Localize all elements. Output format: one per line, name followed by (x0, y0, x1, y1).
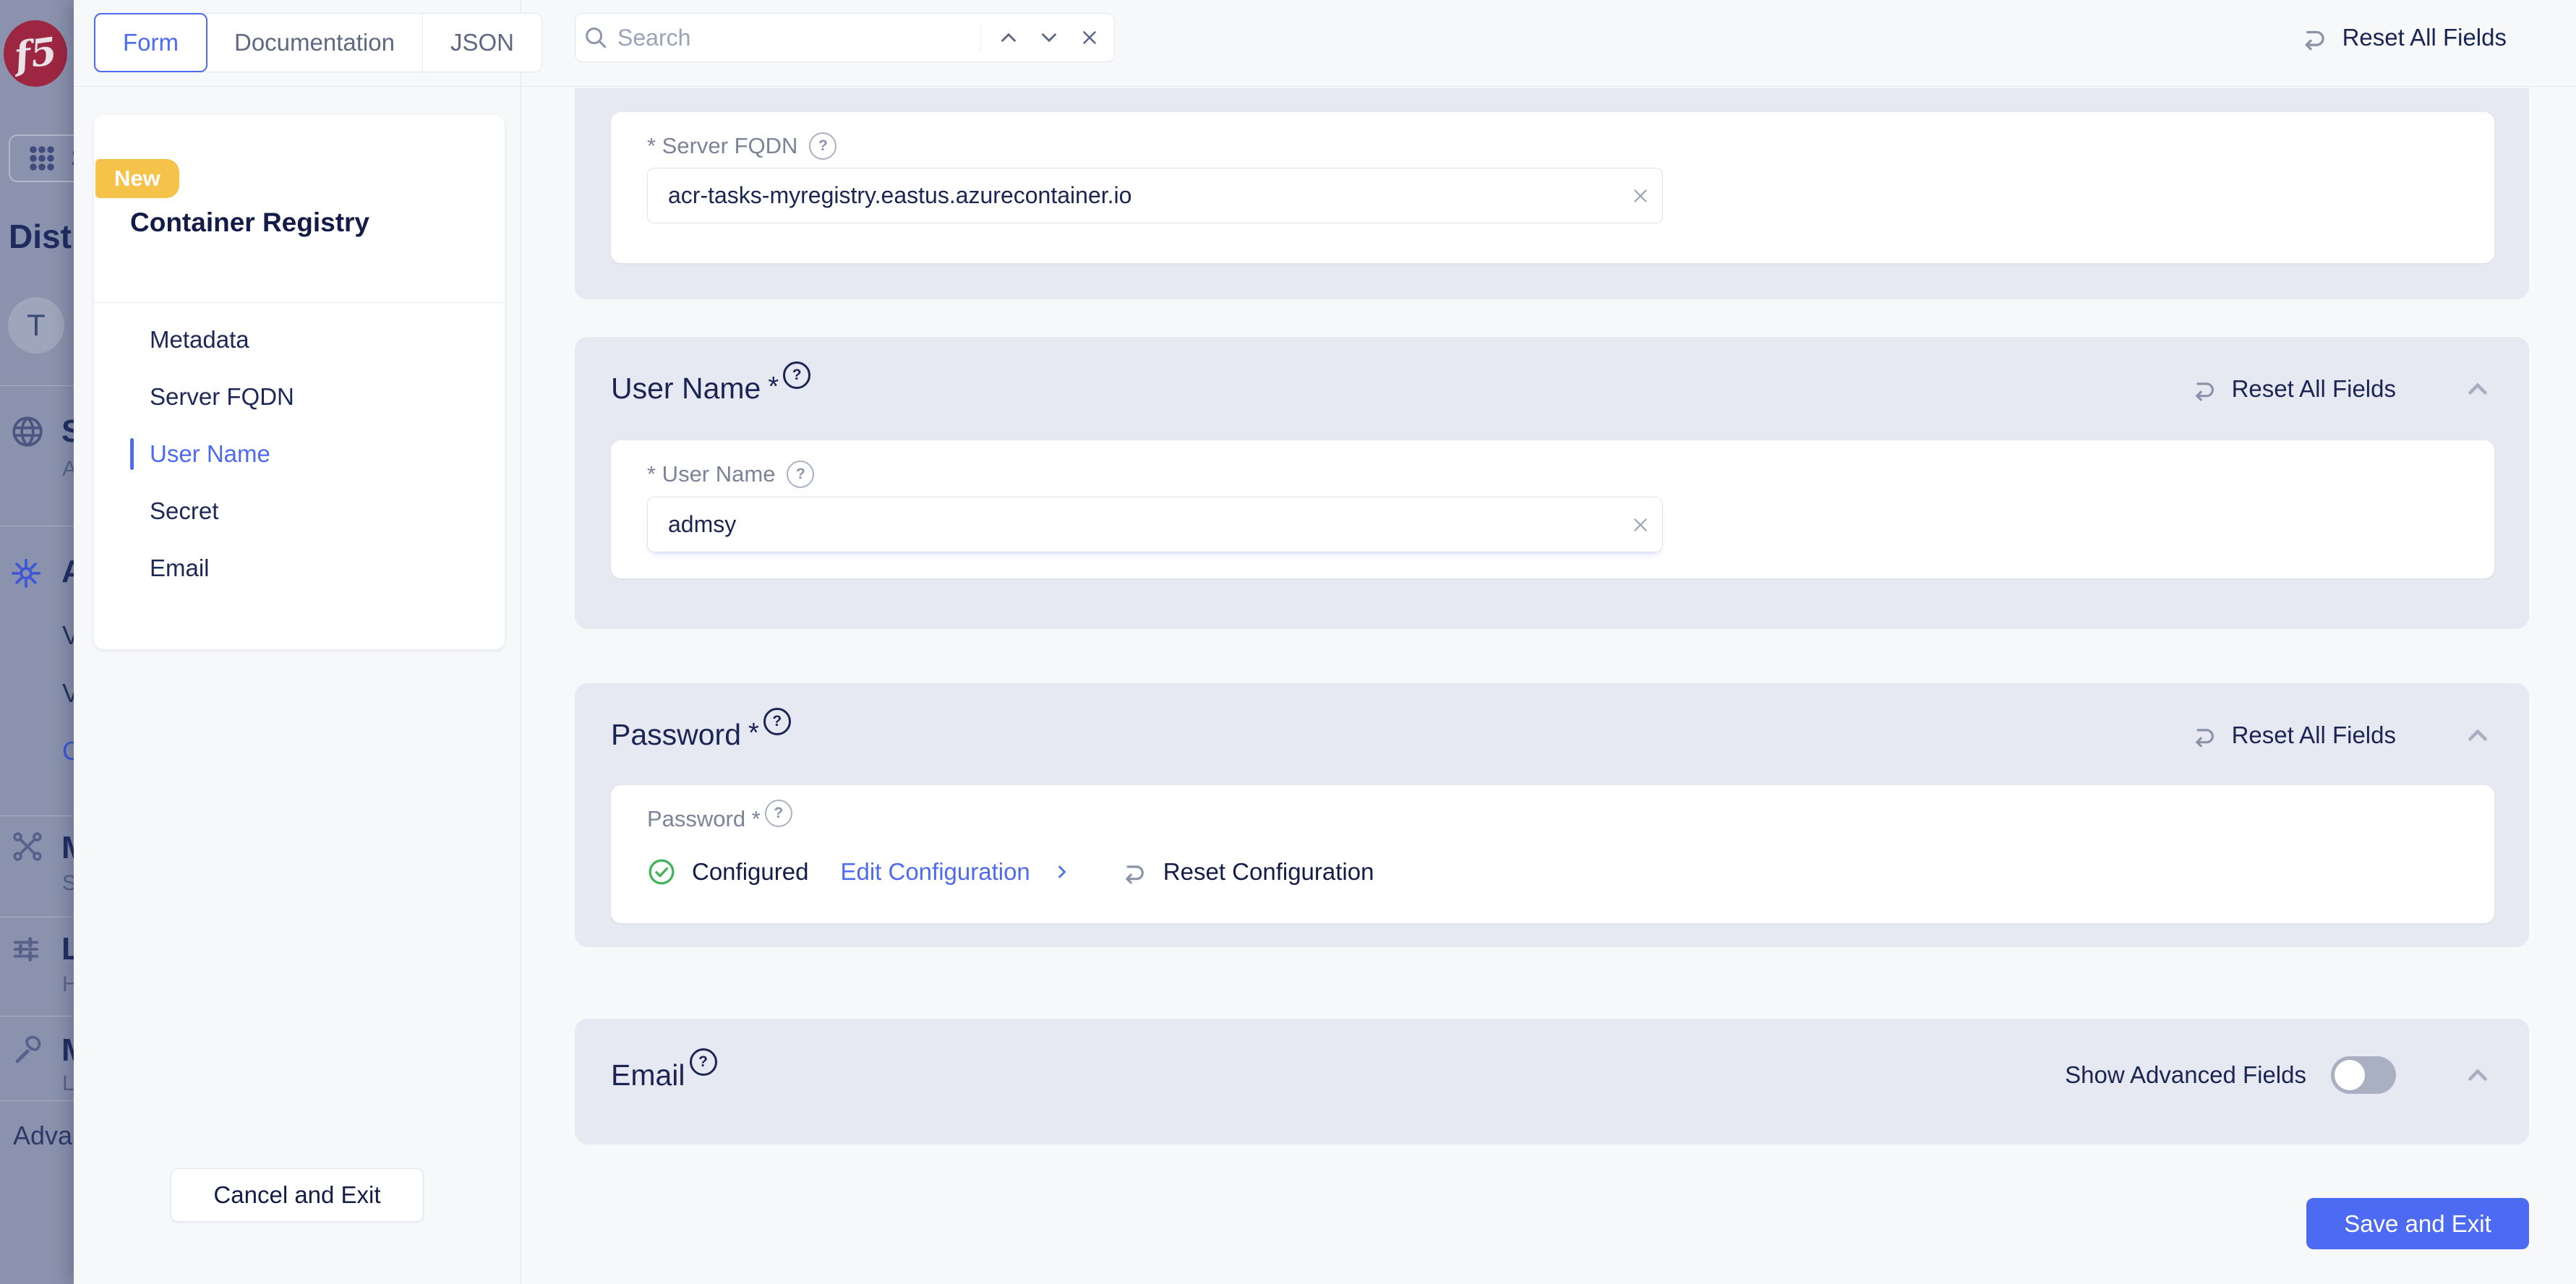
clear-input-icon[interactable] (1619, 503, 1662, 547)
nav-sites-sub: A (62, 457, 74, 482)
configured-status-label: Configured (692, 858, 808, 886)
help-icon[interactable]: ? (783, 361, 810, 389)
background-nav-strip: f5 S Dist T S A A V V C (0, 0, 74, 1284)
undo-icon (1120, 858, 1147, 886)
user-name-card: * User Name ? (611, 440, 2494, 578)
background-page-title: Dist (9, 217, 72, 256)
undo-icon (2299, 23, 2328, 52)
help-icon[interactable]: ? (809, 132, 836, 160)
menu-item-metadata[interactable]: Metadata (94, 311, 505, 368)
menu-item-email[interactable]: Email (94, 539, 505, 596)
password-configured-row: Configured Edit Configuration Reset Conf… (647, 857, 1374, 886)
tab-form[interactable]: Form (94, 13, 207, 72)
help-icon[interactable]: ? (763, 708, 791, 735)
password-section-title: Password* ? (611, 718, 791, 752)
nav-connect-label[interactable]: M (61, 830, 74, 866)
nav-connect-sub: S (62, 871, 74, 896)
password-section-header: Password* ? Reset All Fields (575, 683, 2529, 752)
tab-json[interactable]: JSON (422, 14, 542, 72)
user-name-section-header: User Name* ? Reset All Fields (575, 337, 2529, 406)
nav-advanced-label[interactable]: Advan (13, 1121, 74, 1151)
globe-icon (9, 414, 46, 450)
clear-input-icon[interactable] (1619, 174, 1662, 218)
show-advanced-fields-label: Show Advanced Fields (2065, 1061, 2306, 1089)
section-user-name: User Name* ? Reset All Fields (575, 337, 2529, 629)
nav-sites-label[interactable]: S (61, 414, 74, 450)
search-icon (575, 17, 616, 58)
undo-icon (2190, 722, 2217, 749)
reset-all-fields-top-button[interactable]: Reset All Fields (2299, 13, 2507, 62)
search-input[interactable] (616, 24, 973, 52)
search-clear-icon[interactable] (1069, 17, 1110, 58)
section-email: Email ? Show Advanced Fields (575, 1019, 2529, 1144)
cancel-and-exit-button[interactable]: Cancel and Exit (171, 1168, 424, 1222)
help-icon[interactable]: ? (765, 800, 792, 827)
collapse-section-icon[interactable] (2462, 720, 2493, 750)
email-section-title: Email ? (611, 1058, 717, 1092)
search-prev-icon[interactable] (988, 17, 1029, 58)
user-name-section-title: User Name* ? (611, 372, 810, 406)
view-tabs: Form Documentation JSON (94, 13, 542, 72)
user-name-field-label: * User Name ? (647, 461, 814, 488)
section-password: Password* ? Reset All Fields (575, 683, 2529, 947)
f5-logo: f5 (4, 20, 67, 87)
nav-apps-label[interactable]: A (61, 554, 74, 590)
menu-item-user-name[interactable]: User Name (94, 425, 505, 482)
user-name-input[interactable] (648, 510, 1619, 539)
nav-lb-label[interactable]: L (61, 931, 74, 967)
search-next-icon[interactable] (1029, 17, 1069, 58)
nav-lb-sub: H (62, 972, 74, 997)
password-reset-fields-button[interactable]: Reset All Fields (2190, 722, 2396, 749)
search-divider (980, 23, 981, 52)
collapse-section-icon[interactable] (2462, 374, 2493, 404)
user-name-reset-fields-button[interactable]: Reset All Fields (2190, 375, 2396, 403)
advanced-fields-toggle[interactable] (2331, 1056, 2396, 1094)
nav-manage-label[interactable]: M (61, 1032, 74, 1069)
tenant-avatar[interactable]: T (8, 297, 64, 354)
section-server-fqdn: * Server FQDN ? (575, 88, 2529, 299)
reset-configuration-button[interactable]: Reset Configuration (1120, 858, 1374, 886)
check-circle-icon (647, 857, 676, 886)
nav-manage-sub: L (62, 1071, 74, 1096)
reset-all-fields-label: Reset All Fields (2342, 24, 2507, 51)
select-service-button[interactable]: S (9, 134, 74, 182)
form-section-menu: Metadata Server FQDN User Name Secret Em… (94, 311, 505, 596)
edit-configuration-link[interactable]: Edit Configuration (840, 858, 1030, 886)
nav-link-2[interactable]: V (62, 678, 74, 709)
drawer-toolbar: Form Documentation JSON (74, 0, 2576, 87)
menu-item-secret[interactable]: Secret (94, 482, 505, 539)
server-fqdn-input-wrap (647, 168, 1663, 223)
grid-icon (25, 141, 59, 176)
nav-link-active[interactable]: C (62, 736, 74, 766)
collapse-section-icon[interactable] (2462, 1060, 2493, 1090)
nav-link-1[interactable]: V (62, 620, 74, 651)
wrench-icon (9, 1032, 44, 1067)
password-field-label: Password * ? (647, 805, 792, 833)
new-badge: New (95, 159, 179, 198)
sliders-icon (9, 933, 43, 966)
help-icon[interactable]: ? (787, 461, 814, 488)
container-registry-drawer: Form Documentation JSON (74, 0, 2576, 1284)
save-and-exit-button[interactable]: Save and Exit (2306, 1198, 2529, 1249)
nav-card-divider (94, 302, 505, 303)
user-name-input-wrap (647, 497, 1663, 552)
form-nav-card: New Container Registry Metadata Server F… (94, 115, 505, 649)
chevron-right-icon[interactable] (1052, 862, 1072, 882)
show-advanced-fields-row: Show Advanced Fields (2065, 1056, 2396, 1094)
password-card: Password * ? Configured Edit Configurati… (611, 785, 2494, 923)
tab-documentation[interactable]: Documentation (207, 14, 422, 72)
connect-icon (11, 830, 44, 863)
server-fqdn-field-label: * Server FQDN ? (647, 132, 836, 160)
drawer-title: Container Registry (130, 207, 369, 238)
kubernetes-helm-icon (9, 557, 43, 590)
email-section-header: Email ? Show Advanced Fields (575, 1019, 2529, 1094)
server-fqdn-input[interactable] (648, 181, 1619, 210)
menu-item-server-fqdn[interactable]: Server FQDN (94, 368, 505, 425)
undo-icon (2190, 375, 2217, 403)
server-fqdn-card: * Server FQDN ? (611, 112, 2494, 263)
search-bar (575, 13, 1115, 62)
help-icon[interactable]: ? (690, 1048, 717, 1076)
